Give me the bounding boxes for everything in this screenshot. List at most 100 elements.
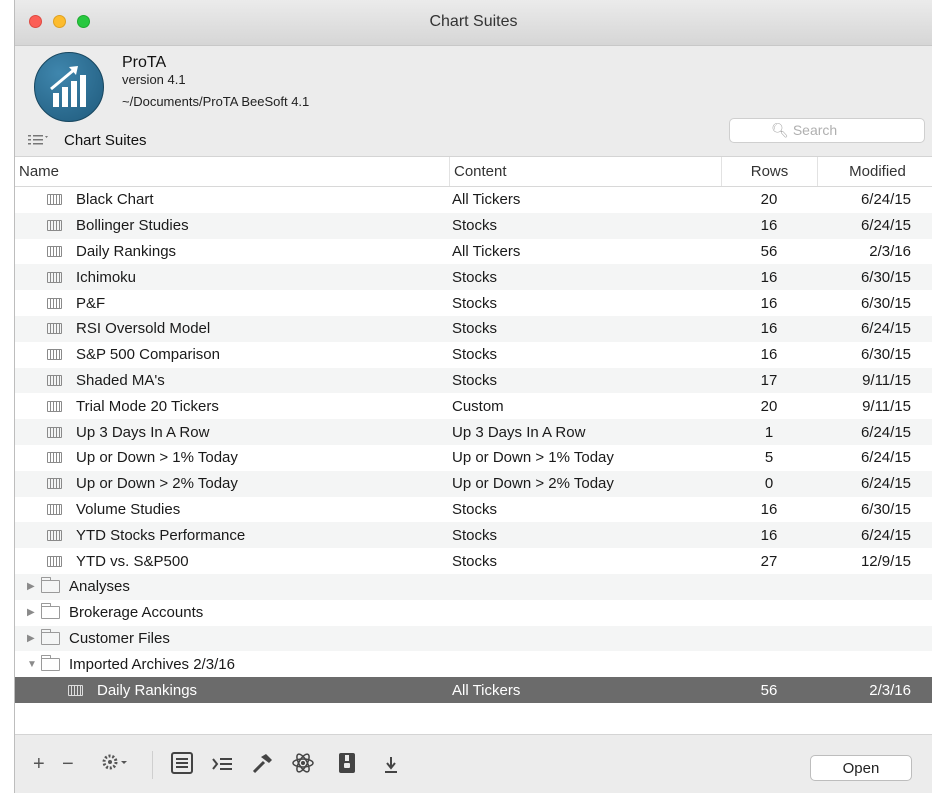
search-input[interactable] (792, 122, 883, 138)
folder-row[interactable]: ▶ Customer Files (15, 625, 932, 652)
table-row[interactable]: Up 3 Days In A Row Up 3 Days In A Row 1 6/2… (15, 419, 932, 445)
row-name-cell: Bollinger Studies (15, 217, 449, 234)
row-name: Shaded MA's (76, 371, 165, 389)
search-field[interactable]: 🔍︎ (729, 118, 925, 143)
row-name-cell: P&F (15, 295, 449, 312)
row-name-cell: Ichimoku (15, 269, 449, 286)
row-content: Stocks (452, 500, 498, 518)
table-row[interactable]: YTD Stocks Performance Stocks 16 6/24/15 (15, 522, 932, 549)
table-row[interactable]: Daily Rankings All Tickers 56 2/3/16 (15, 239, 932, 265)
row-count: 5 (764, 449, 774, 467)
app-header: ProTA version 4.1 ~/Documents/ProTA BeeS… (15, 46, 932, 156)
selected-table-row[interactable]: Daily Rankings All Tickers 56 2/3/16 (15, 677, 932, 703)
toolbar-divider (152, 751, 153, 779)
row-name: RSI Oversold Model (76, 320, 211, 338)
row-modified: 6/30/15 (860, 294, 911, 312)
row-name-cell: Up or Down > 2% Today (15, 475, 449, 492)
table-row[interactable]: Shaded MA's Stocks 17 9/11/15 (15, 367, 932, 394)
row-content: Stocks (452, 320, 498, 338)
row-name: Bollinger Studies (76, 217, 189, 235)
app-path: ~/Documents/ProTA BeeSoft 4.1 (122, 94, 310, 109)
chart-suites-window: Chart Suites ProTA version 4.1 ~/Documen… (14, 0, 932, 793)
table-row[interactable]: S&P 500 Comparison Stocks 16 6/30/15 (15, 342, 932, 368)
folder-row[interactable]: ▶ Brokerage Accounts (15, 600, 932, 626)
row-content: Up 3 Days In A Row (452, 423, 586, 441)
list-icon[interactable] (170, 751, 194, 780)
disclosure-triangle-icon[interactable]: ▶ (27, 581, 39, 592)
row-modified: 6/24/15 (860, 320, 911, 338)
table-row[interactable]: Up or Down > 1% Today Up or Down > 1% Tod… (15, 445, 932, 471)
table-row[interactable]: YTD vs. S&P500 Stocks 27 12/9/15 (15, 548, 932, 574)
table-row[interactable]: P&F Stocks 16 6/30/15 (15, 290, 932, 316)
row-name-cell: Black Chart (15, 191, 449, 208)
indent-list-icon[interactable] (211, 753, 235, 780)
list-view-icon[interactable] (28, 134, 50, 151)
row-count: 16 (760, 346, 778, 364)
row-name-cell: Shaded MA's (15, 372, 449, 389)
column-header-content[interactable]: Content (449, 157, 721, 186)
row-count: 16 (760, 294, 778, 312)
folder-name: Brokerage Accounts (69, 604, 204, 622)
row-modified: 6/30/15 (860, 500, 911, 518)
disclosure-triangle-icon[interactable]: ▼ (27, 659, 39, 670)
hammer-icon[interactable] (251, 751, 275, 780)
section-label: Chart Suites (64, 132, 147, 149)
table-body: Black Chart All Tickers 20 6/24/15 Bollinger… (15, 187, 932, 703)
column-header-rows[interactable]: Rows (721, 157, 817, 186)
gear-icon[interactable] (101, 751, 131, 778)
table-row[interactable]: Bollinger Studies Stocks 16 6/24/15 (15, 212, 932, 239)
open-button[interactable]: Open (810, 755, 912, 781)
table-row[interactable]: Ichimoku Stocks 16 6/30/15 (15, 264, 932, 291)
chart-suite-icon (47, 297, 62, 309)
table-row[interactable]: Black Chart All Tickers 20 6/24/15 (15, 187, 932, 213)
add-button[interactable]: + (33, 753, 45, 775)
table-row[interactable]: RSI Oversold Model Stocks 16 6/24/15 (15, 315, 932, 342)
prota-logo-icon (34, 52, 104, 122)
folder-row[interactable]: ▶ Analyses (15, 573, 932, 600)
table-row[interactable]: Trial Mode 20 Tickers Custom 20 9/11/15 (15, 393, 932, 419)
row-content: All Tickers (452, 242, 521, 260)
chart-suite-icon (47, 478, 62, 490)
table-header: Name Content Rows Modified (15, 157, 932, 187)
row-name-cell: Up 3 Days In A Row (15, 424, 449, 441)
row-name-cell: Trial Mode 20 Tickers (15, 398, 449, 415)
download-icon[interactable] (381, 753, 401, 780)
disclosure-triangle-icon[interactable]: ▶ (27, 633, 39, 644)
folder-name-cell: ▶ Analyses (15, 577, 449, 595)
row-count: 20 (760, 191, 778, 209)
chart-suite-icon (47, 529, 62, 541)
row-name: Daily Rankings (97, 681, 198, 699)
search-icon: 🔍︎ (771, 122, 789, 138)
row-content: All Tickers (452, 191, 521, 209)
disclosure-triangle-icon[interactable]: ▶ (27, 607, 39, 618)
chart-suite-icon (47, 220, 62, 232)
row-modified: 9/11/15 (862, 371, 911, 389)
folder-name-cell: ▼ Imported Archives 2/3/16 (15, 654, 449, 673)
row-count: 1 (764, 423, 774, 441)
table-row[interactable]: Up or Down > 2% Today Up or Down > 2% Tod… (15, 470, 932, 497)
title-bar[interactable]: Chart Suites (15, 0, 932, 46)
row-count: 16 (760, 217, 778, 235)
row-name-cell: Daily Rankings (15, 243, 449, 260)
atom-icon[interactable] (291, 751, 315, 780)
row-name: Up 3 Days In A Row (76, 423, 210, 441)
column-header-name[interactable]: Name (15, 157, 449, 186)
table-row[interactable]: Volume Studies Stocks 16 6/30/15 (15, 497, 932, 523)
folder-name: Customer Files (69, 629, 170, 647)
row-name-cell: YTD Stocks Performance (15, 527, 449, 544)
chart-suite-icon (47, 245, 62, 257)
row-modified: 6/30/15 (860, 268, 911, 286)
row-modified: 9/11/15 (862, 397, 911, 415)
archive-icon[interactable] (337, 751, 357, 780)
row-content: Stocks (452, 526, 498, 544)
row-name-cell: RSI Oversold Model (15, 320, 449, 337)
row-modified: 6/24/15 (860, 217, 911, 235)
chart-suite-icon (47, 194, 62, 206)
row-content: Stocks (452, 552, 498, 570)
folder-icon (41, 603, 60, 620)
row-modified: 6/24/15 (860, 475, 911, 493)
column-header-modified[interactable]: Modified (817, 157, 932, 186)
chart-suite-icon (68, 684, 83, 696)
folder-row[interactable]: ▼ Imported Archives 2/3/16 (15, 651, 932, 677)
remove-button[interactable]: − (62, 753, 74, 775)
